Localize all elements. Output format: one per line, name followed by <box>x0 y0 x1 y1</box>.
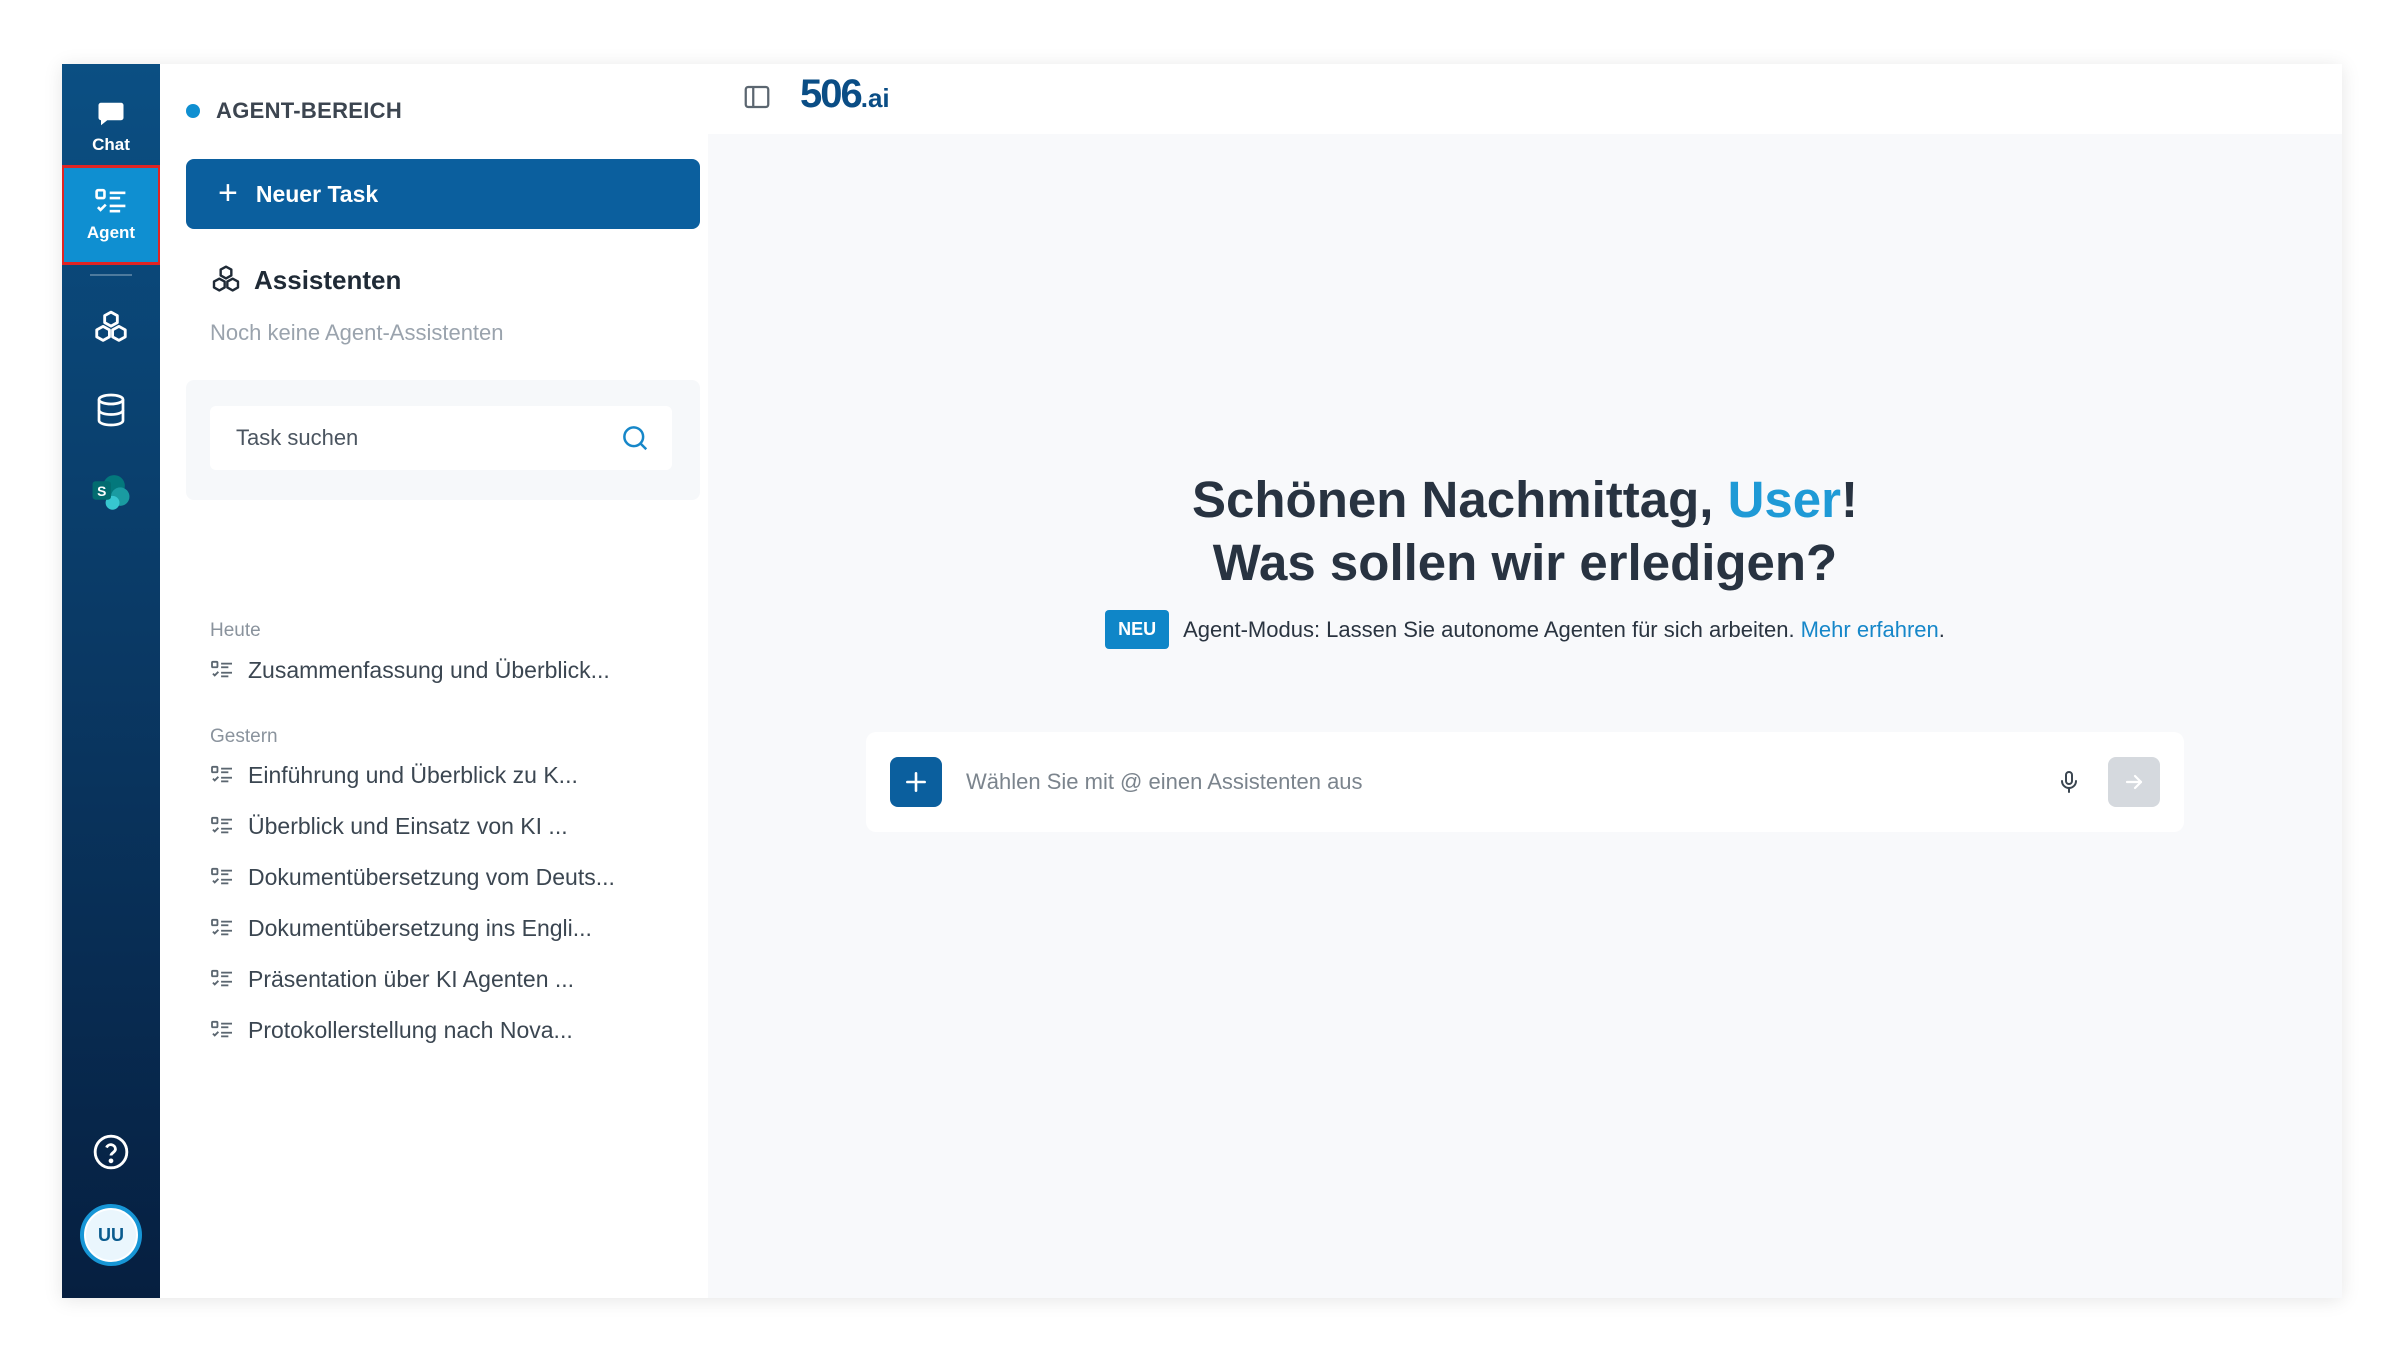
microphone-button[interactable] <box>2054 767 2084 797</box>
greeting-line-1: Schönen Nachmittag, User! <box>708 468 2342 531</box>
assistants-cubes-icon <box>95 310 127 342</box>
task-list-icon <box>211 660 232 678</box>
task-item[interactable]: Zusammenfassung und Überblick... <box>210 650 670 690</box>
task-item-label: Präsentation über KI Agenten ... <box>248 965 575 992</box>
status-dot <box>186 104 200 118</box>
greeting-suffix: ! <box>1841 471 1858 528</box>
task-search-input[interactable] <box>236 425 620 451</box>
brand-logo: 506 .ai <box>800 72 890 117</box>
task-item-label: Dokumentübersetzung vom Deuts... <box>248 863 615 890</box>
plus-icon: + <box>218 173 238 212</box>
microphone-icon <box>2061 771 2077 793</box>
assistants-title: Assistenten <box>254 264 402 295</box>
task-item-label: Protokollerstellung nach Nova... <box>248 1016 573 1043</box>
task-group-label: Gestern <box>210 726 278 747</box>
new-task-label: Neuer Task <box>255 180 379 207</box>
task-search-box <box>210 406 672 470</box>
panel-title: AGENT-BEREICH <box>216 98 403 123</box>
greeting-line-2: Was sollen wir erledigen? <box>1212 534 1838 591</box>
top-bar: 506 .ai <box>708 64 2342 134</box>
task-item-label: Überblick und Einsatz von KI ... <box>248 812 568 839</box>
database-icon <box>97 393 125 427</box>
rail-item-help[interactable] <box>62 1122 160 1182</box>
message-composer <box>866 732 2184 832</box>
send-button[interactable] <box>2108 757 2160 807</box>
task-item[interactable]: Dokumentübersetzung ins Engli... <box>210 908 670 948</box>
message-input[interactable] <box>966 769 2054 795</box>
logo-suffix: .ai <box>860 83 890 113</box>
rail-item-knowledge-base[interactable] <box>62 380 160 440</box>
rail-item-sharepoint[interactable]: S <box>62 462 160 522</box>
task-list-icon <box>211 918 232 936</box>
plus-icon <box>906 772 926 792</box>
agent-side-panel: AGENT-BEREICH + Neuer Task Assistenten N… <box>160 64 708 1298</box>
panel-header: AGENT-BEREICH <box>186 98 402 124</box>
task-item-label: Zusammenfassung und Überblick... <box>248 656 610 683</box>
nav-rail: Chat Agent S UU <box>62 64 161 1298</box>
task-item[interactable]: Dokumentübersetzung vom Deuts... <box>210 857 670 897</box>
task-list-icon <box>211 867 232 885</box>
task-item[interactable]: Einführung und Überblick zu K... <box>210 755 670 795</box>
sidebar-toggle-icon[interactable] <box>742 82 772 112</box>
task-list-icon <box>211 969 232 987</box>
svg-text:S: S <box>97 483 106 499</box>
user-avatar[interactable]: UU <box>80 1204 142 1266</box>
add-attachment-button[interactable] <box>890 757 942 807</box>
sharepoint-icon: S <box>92 475 130 510</box>
logo-main: 506 <box>800 72 863 116</box>
task-item-label: Einführung und Überblick zu K... <box>248 761 578 788</box>
assistants-empty-text: Noch keine Agent-Assistenten <box>210 320 504 345</box>
task-item-label: Dokumentübersetzung ins Engli... <box>248 914 592 941</box>
help-circle-icon <box>93 1134 129 1170</box>
arrow-right-icon <box>2125 774 2143 790</box>
new-task-button[interactable]: + Neuer Task <box>186 159 700 229</box>
rail-item-chat[interactable]: Chat <box>62 84 160 170</box>
assistants-header: Assistenten <box>210 264 401 296</box>
task-list-icon <box>211 765 232 783</box>
search-icon[interactable] <box>620 423 650 453</box>
task-search-container <box>186 380 700 500</box>
notice-text: Agent-Modus: Lassen Sie autonome Agenten… <box>1183 616 1795 642</box>
new-badge: NEU <box>1105 610 1170 649</box>
chat-bubble-icon <box>98 102 124 126</box>
notice-end: . <box>1938 616 1945 642</box>
rail-item-agent-label: Agent <box>86 223 136 242</box>
task-item[interactable]: Präsentation über KI Agenten ... <box>210 959 670 999</box>
rail-item-assistants[interactable] <box>62 298 160 358</box>
main-area: 506 .ai Schönen Nachmittag, User! Was so… <box>708 64 2342 1298</box>
rail-divider <box>90 274 132 276</box>
task-list-icon <box>211 1020 232 1038</box>
task-item[interactable]: Protokollerstellung nach Nova... <box>210 1010 670 1050</box>
greeting-user: User <box>1727 471 1841 528</box>
agent-mode-notice: NEU Agent-Modus: Lassen Sie autonome Age… <box>708 610 2342 649</box>
greeting-prefix: Schönen Nachmittag, <box>1192 471 1728 528</box>
app-window: Chat Agent S UU AGENT-BEREICH + Neuer Ta… <box>62 64 2342 1298</box>
assistants-cubes-icon <box>212 265 240 292</box>
greeting-heading: Schönen Nachmittag, User! Was sollen wir… <box>708 468 2342 594</box>
task-item[interactable]: Überblick und Einsatz von KI ... <box>210 806 670 846</box>
rail-item-agent[interactable]: Agent <box>62 165 161 265</box>
learn-more-link[interactable]: Mehr erfahren <box>1801 617 1939 643</box>
task-group-label: Heute <box>210 620 261 641</box>
task-list-icon <box>95 188 126 213</box>
task-list-icon <box>211 816 232 834</box>
rail-item-chat-label: Chat <box>92 135 130 154</box>
